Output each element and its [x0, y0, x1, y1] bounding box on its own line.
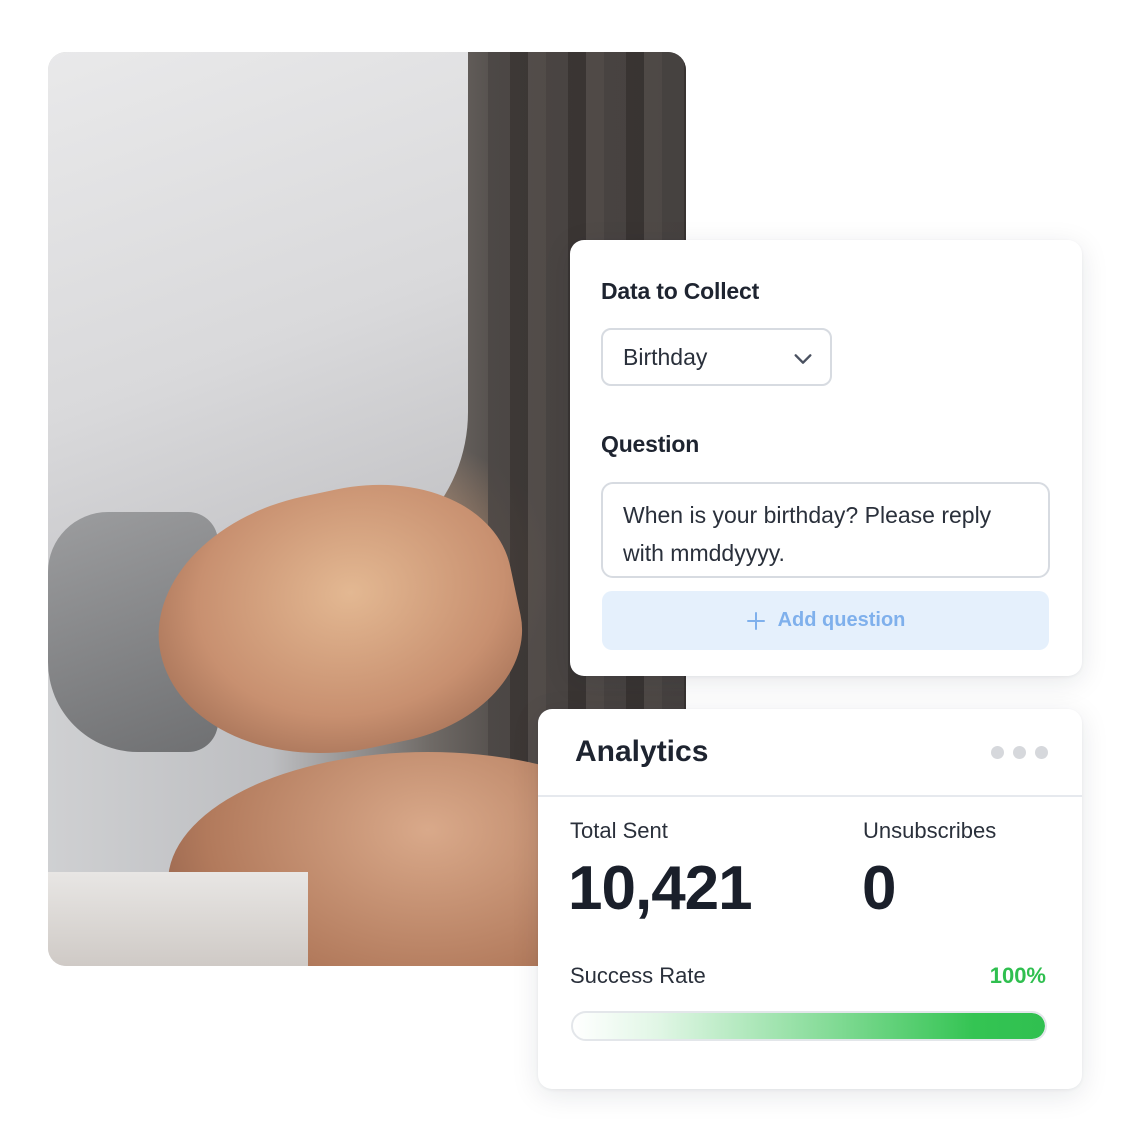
add-question-button[interactable]: Add question [602, 591, 1049, 650]
success-rate-value: 100% [989, 963, 1046, 988]
plus-icon [746, 611, 765, 630]
more-dots-icon[interactable] [991, 746, 1048, 759]
analytics-header: Analytics [538, 709, 1082, 797]
chevron-down-icon [794, 354, 812, 364]
towel-sheet [48, 872, 308, 966]
unsubscribes-label: Unsubscribes [863, 818, 997, 843]
analytics-card: Analytics Total Sent 10,421 Unsubscribes… [538, 709, 1082, 1089]
success-rate-progress [571, 1011, 1047, 1041]
success-rate-label: Success Rate [570, 963, 706, 988]
total-sent-label: Total Sent [570, 818, 668, 843]
data-type-select-value: Birthday [623, 343, 708, 370]
data-type-select[interactable]: Birthday [601, 328, 832, 386]
data-to-collect-label: Data to Collect [601, 278, 760, 304]
question-label: Question [601, 431, 700, 457]
total-sent-value: 10,421 [568, 854, 753, 923]
data-collection-card: Data to Collect Birthday Question When i… [570, 240, 1082, 676]
success-rate-progress-fill [573, 1013, 1045, 1039]
question-textarea[interactable]: When is your birthday? Please reply with… [601, 482, 1050, 578]
add-question-label: Add question [777, 609, 906, 631]
analytics-title: Analytics [575, 735, 709, 768]
unsubscribes-value: 0 [862, 854, 896, 923]
